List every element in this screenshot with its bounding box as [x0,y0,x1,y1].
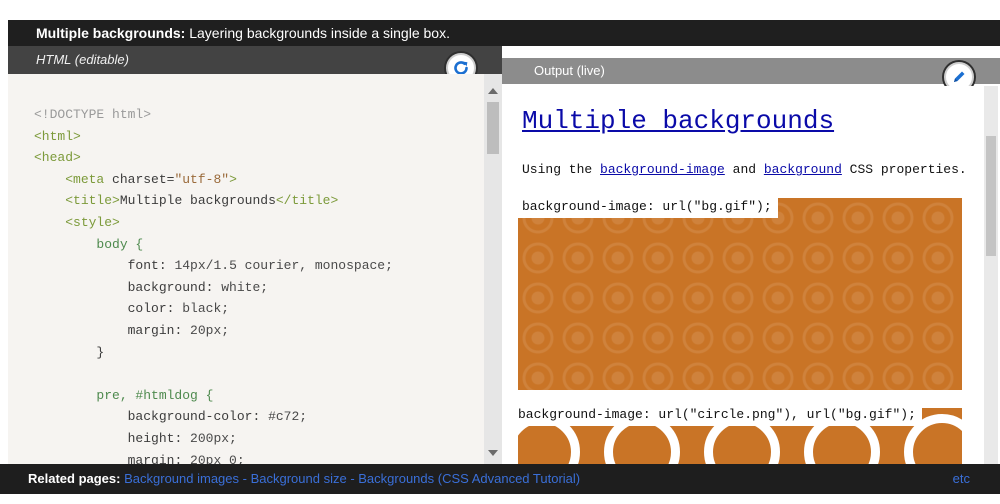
code-line[interactable]: <meta charset="utf-8"> [34,169,393,191]
live-output: Multiple backgrounds Using the backgroun… [508,86,986,466]
related-link-backgrounds-tutorial[interactable]: Backgrounds (CSS Advanced Tutorial) [358,471,580,486]
code-line[interactable]: } [34,342,393,364]
output-paragraph: Using the background-image and backgroun… [522,162,967,177]
code-line[interactable] [34,363,393,385]
code-line[interactable]: <head> [34,147,393,169]
output-header: Output (live) [502,58,1000,84]
page-title: Multiple backgrounds: [36,25,186,41]
background-link[interactable]: background [764,162,842,177]
output-heading: Output (live) [534,63,605,78]
editor-scrollbar[interactable] [484,74,502,464]
related-link-background-size[interactable]: Background size [251,471,347,486]
multi-bg-sample-label: background-image: url("circle.png"), url… [514,404,922,426]
editor-scroll-thumb[interactable] [487,102,499,154]
code-line[interactable]: background: white; [34,277,393,299]
para-suffix: CSS properties. [841,162,967,177]
code-line[interactable]: <style> [34,212,393,234]
code-line[interactable]: pre, #htmldog { [34,385,393,407]
code-area[interactable]: <!DOCTYPE html> <html> <head> <meta charse… [34,104,393,464]
html-editor[interactable]: <!DOCTYPE html> <html> <head> <meta charse… [8,74,502,464]
code-line[interactable]: font: 14px/1.5 courier, monospace; [34,255,393,277]
bg-sample-box [518,198,962,390]
related-pages-bar: Related pages: Background images - Backg… [0,464,1000,494]
page-subtitle: Layering backgrounds inside a single box… [185,25,450,41]
html-editor-header: HTML (editable) [8,46,502,74]
separator: - [239,471,251,486]
code-line[interactable]: color: black; [34,298,393,320]
related-pages-label: Related pages: [28,471,121,486]
code-line[interactable]: margin: 20px 0; [34,450,393,465]
page-title-bar: Multiple backgrounds: Layering backgroun… [8,20,1000,46]
para-prefix: Using the [522,162,601,177]
code-line[interactable]: margin: 20px; [34,320,393,342]
background-image-link[interactable]: background-image [600,162,725,177]
bg-sample-label: background-image: url("bg.gif"); [518,196,778,218]
para-mid: and [724,162,764,177]
code-line[interactable]: body { [34,234,393,256]
html-editor-heading: HTML (editable) [36,52,129,67]
code-line[interactable]: height: 200px; [34,428,393,450]
etc-label: etc [952,471,970,486]
pencil-icon [954,71,965,82]
scroll-up-icon[interactable] [488,88,498,94]
output-scroll-thumb[interactable] [986,136,996,256]
code-line[interactable]: <!DOCTYPE html> [34,104,393,126]
code-line[interactable]: background-color: #c72; [34,406,393,428]
etc-link[interactable]: etc [953,464,970,494]
output-scrollbar[interactable] [984,86,998,466]
scroll-down-icon[interactable] [488,450,498,456]
code-line[interactable]: <title>Multiple backgrounds</title> [34,190,393,212]
related-link-background-images[interactable]: Background images [124,471,239,486]
separator: - [346,471,359,486]
output-title-link[interactable]: Multiple backgrounds [522,106,834,136]
code-line[interactable]: <html> [34,126,393,148]
